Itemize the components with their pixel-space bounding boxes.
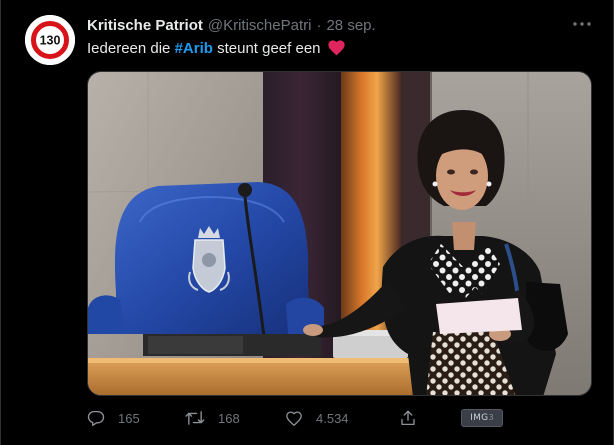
reply-button[interactable]: 165	[87, 404, 140, 432]
tweet-photo[interactable]	[87, 71, 592, 396]
reply-count: 165	[118, 410, 140, 426]
author-avatar[interactable]: 130	[25, 15, 75, 65]
reply-icon	[87, 410, 105, 427]
retweet-button[interactable]: 168	[185, 404, 240, 432]
tweet-actions: 165 168 4.534	[81, 404, 521, 432]
author-handle[interactable]: @KritischePatri	[208, 16, 312, 36]
image-badge-label: IMG	[470, 413, 489, 423]
share-button[interactable]	[399, 404, 417, 432]
like-heart-icon	[286, 410, 302, 426]
speed-limit-sign-icon: 130	[25, 15, 75, 65]
image-badge-count: 3	[488, 413, 494, 422]
tweet-text-end: steunt geef een	[212, 40, 321, 57]
like-count: 4.534	[316, 410, 349, 426]
like-button[interactable]: 4.534	[285, 404, 349, 432]
tweet-text: Iedereen die #Arib steunt geef een	[87, 39, 346, 59]
tweet-header: Kritische Patriot @KritischePatri · 28 s…	[87, 16, 376, 36]
author-name[interactable]: Kritische Patriot	[87, 16, 203, 36]
red-heart-icon	[328, 40, 345, 56]
image-count-badge[interactable]: IMG3	[461, 409, 503, 427]
more-options-button[interactable]	[569, 14, 595, 34]
tweet[interactable]: 130 Kritische Patriot @KritischePatri · …	[0, 0, 614, 445]
photo-content	[88, 72, 591, 395]
more-dots-icon	[573, 22, 591, 26]
header-separator: ·	[316, 17, 322, 34]
retweet-count: 168	[218, 410, 240, 426]
tweet-date[interactable]: 28 sep.	[326, 16, 375, 36]
hashtag-link[interactable]: #Arib	[175, 40, 213, 57]
tweet-text-start: Iedereen die	[87, 40, 175, 57]
avatar-sign-text: 130	[40, 34, 61, 48]
retweet-icon	[185, 411, 205, 425]
share-icon	[401, 410, 415, 426]
